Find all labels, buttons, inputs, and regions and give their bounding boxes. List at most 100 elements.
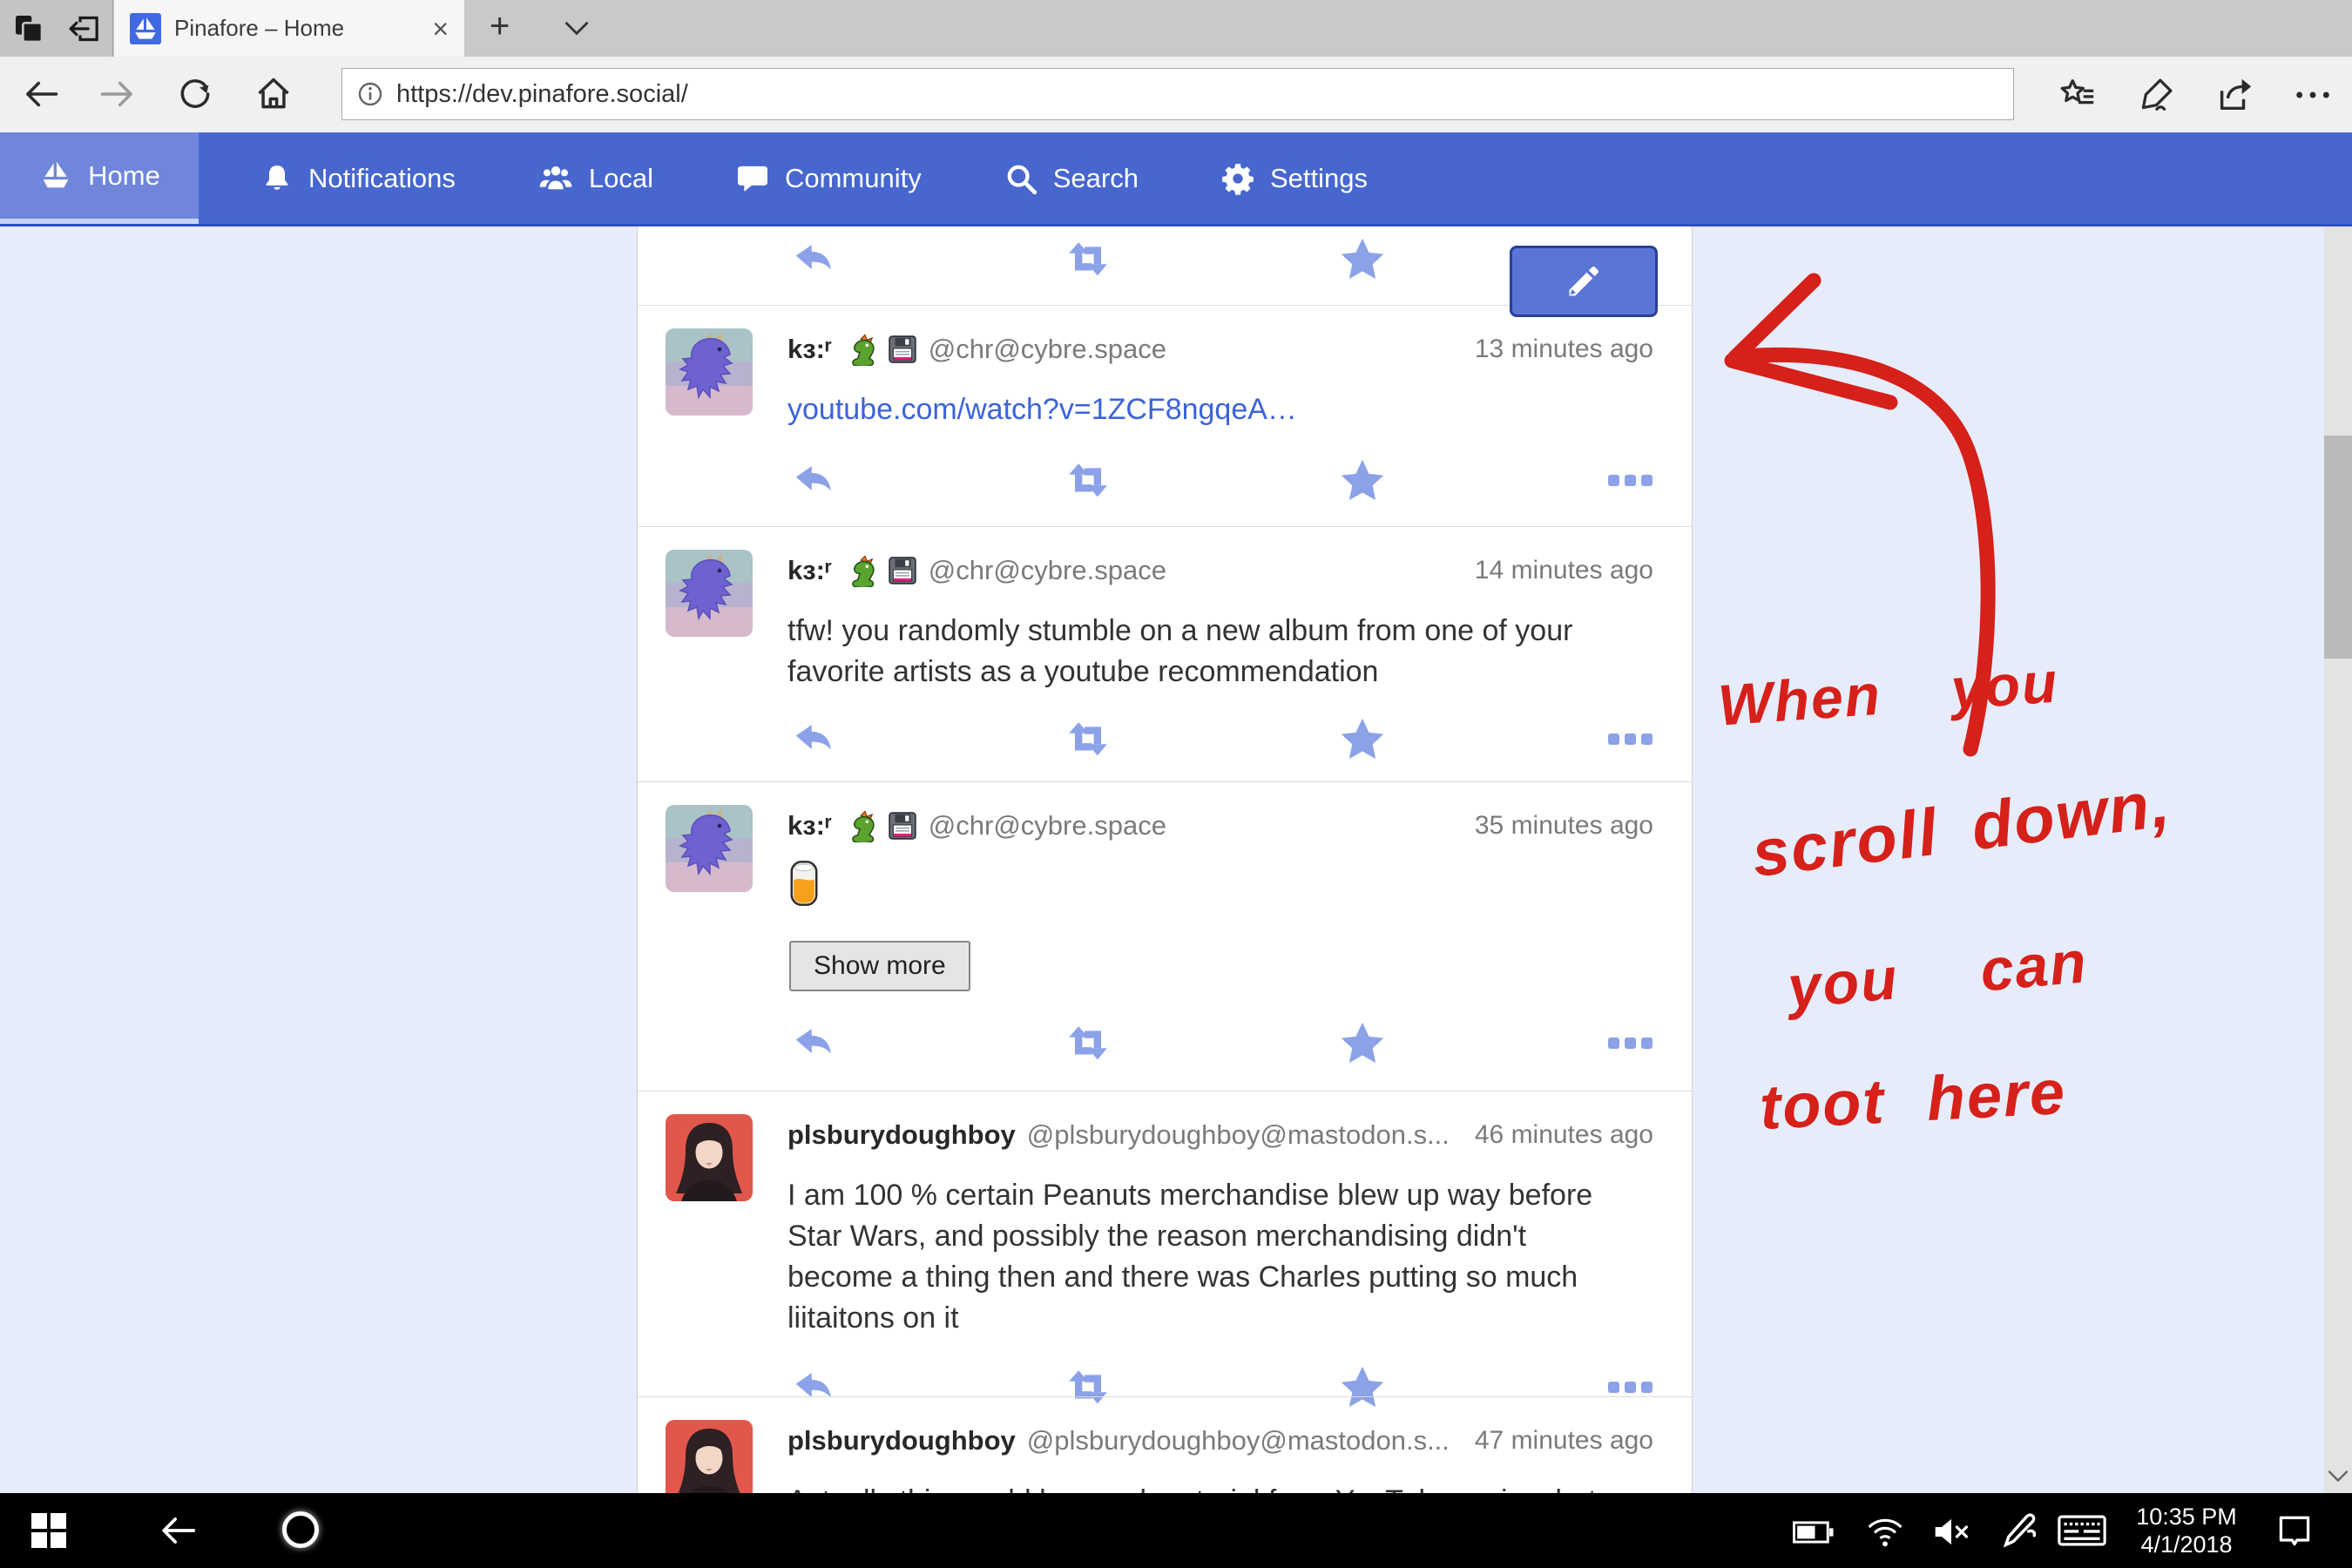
browser-tab[interactable]: Pinafore – Home ×	[114, 0, 464, 57]
home-button[interactable]	[254, 75, 293, 113]
dragon-emoji	[843, 333, 876, 366]
scrollbar-down-arrow-icon[interactable]	[2328, 1470, 2349, 1483]
tabs-set-aside-icon[interactable]	[11, 11, 46, 46]
toot-more-icon[interactable]	[1608, 1037, 1653, 1050]
toot: kз:ʳ @chr@cybre.space 13 minutes ago you…	[638, 305, 1692, 526]
author-name[interactable]: kз:ʳ	[787, 334, 832, 365]
toot: plsburydoughboy @plsburydoughboy@mastodo…	[638, 1396, 1692, 1493]
avatar[interactable]	[666, 328, 753, 416]
dragon-emoji	[843, 554, 876, 587]
avatar[interactable]	[666, 805, 753, 892]
toot-link[interactable]: youtube.com/watch?v=1ZCF8ngqeA…	[787, 393, 1297, 426]
gear-icon	[1220, 161, 1255, 196]
dragon-avatar	[666, 805, 753, 892]
cortana-button[interactable]	[282, 1511, 319, 1548]
settings-more-button[interactable]	[2293, 75, 2333, 115]
scrollbar-thumb[interactable]	[2324, 436, 2352, 659]
author-handle[interactable]: @chr@cybre.space	[929, 334, 1166, 365]
toot-timestamp: 46 minutes ago	[1475, 1120, 1653, 1150]
web-note-button[interactable]	[2136, 75, 2176, 115]
search-icon	[1004, 161, 1038, 196]
author-handle[interactable]: @plsburydoughboy@mastodon.s...	[1027, 1119, 1450, 1151]
nav-tab-local[interactable]: Local	[505, 132, 686, 224]
toot-more-icon[interactable]	[1608, 733, 1653, 746]
author-handle[interactable]: @chr@cybre.space	[929, 810, 1166, 841]
home-sailboat-icon	[38, 159, 73, 193]
forward-button[interactable]	[98, 75, 136, 113]
boost-icon[interactable]	[1060, 718, 1116, 761]
author-name[interactable]: kз:ʳ	[787, 810, 832, 841]
author-handle[interactable]: @plsburydoughboy@mastodon.s...	[1027, 1425, 1450, 1456]
dragon-avatar	[666, 550, 753, 637]
author-name[interactable]: plsburydoughboy	[787, 1425, 1016, 1456]
page-scrollbar[interactable]	[2324, 226, 2352, 1493]
wifi-icon[interactable]	[1866, 1516, 1904, 1548]
refresh-button[interactable]	[176, 75, 214, 113]
back-button[interactable]	[23, 75, 61, 113]
pinafore-favicon	[130, 13, 161, 44]
tab-strip-left-buttons	[0, 0, 113, 57]
reply-icon[interactable]	[789, 237, 840, 282]
toot: kз:ʳ @chr@cybre.space 14 minutes ago tfw…	[638, 526, 1692, 781]
author-name[interactable]: kз:ʳ	[787, 555, 832, 586]
site-info-icon[interactable]	[356, 80, 384, 108]
boost-icon[interactable]	[1060, 238, 1116, 281]
floppy-disk-emoji	[888, 335, 917, 364]
floppy-disk-emoji	[888, 811, 917, 841]
annotation-line-2: scroll down,	[1748, 766, 2175, 892]
reply-icon[interactable]	[789, 1021, 840, 1066]
toot-timestamp: 35 minutes ago	[1475, 811, 1653, 841]
nav-tab-home[interactable]: Home	[0, 132, 199, 224]
toot-more-icon[interactable]	[1608, 475, 1653, 487]
toot-text: I am 100 % certain Peanuts merchandise b…	[787, 1175, 1628, 1339]
nav-tab-settings[interactable]: Settings	[1188, 132, 1400, 224]
avatar[interactable]	[666, 1114, 753, 1201]
nav-tab-notifications[interactable]: Notifications	[228, 132, 488, 224]
dragon-avatar	[666, 328, 753, 416]
compose-toot-button[interactable]	[1510, 246, 1658, 317]
new-tab-button[interactable]: +	[490, 7, 510, 46]
volume-muted-icon[interactable]	[1932, 1516, 1970, 1548]
touch-keyboard-icon[interactable]	[2058, 1514, 2106, 1547]
address-bar[interactable]: https://dev.pinafore.social/	[341, 68, 2014, 120]
dragon-emoji	[843, 809, 876, 842]
show-more-button[interactable]: Show more	[789, 941, 970, 991]
favorite-star-icon[interactable]	[1337, 1019, 1388, 1068]
toot-text: Actually this would be good material for…	[787, 1481, 1628, 1493]
favorite-star-icon[interactable]	[1337, 456, 1388, 505]
author-handle[interactable]: @chr@cybre.space	[929, 555, 1166, 586]
tab-list-chevron-icon[interactable]	[564, 21, 589, 36]
reply-icon[interactable]	[789, 458, 840, 504]
speech-bubble-icon	[735, 161, 770, 196]
toot-text: tfw! you randomly stumble on a new album…	[787, 611, 1628, 693]
share-button[interactable]	[2214, 75, 2254, 115]
battery-icon[interactable]	[1793, 1521, 1835, 1544]
start-button[interactable]	[31, 1513, 66, 1548]
toot-more-icon[interactable]	[1608, 1382, 1653, 1394]
bell-icon	[260, 162, 294, 195]
nav-tab-search[interactable]: Search	[971, 132, 1171, 224]
clock-time: 10:35 PM	[2126, 1503, 2247, 1531]
browser-toolbar: https://dev.pinafore.social/	[0, 57, 2352, 132]
action-center-icon[interactable]	[2275, 1511, 2314, 1550]
nav-tab-community[interactable]: Community	[703, 132, 954, 224]
boost-icon[interactable]	[1060, 1022, 1116, 1065]
taskbar-back-button[interactable]	[159, 1511, 199, 1551]
set-tabs-aside-icon[interactable]	[67, 11, 102, 46]
tab-close-icon[interactable]: ×	[432, 15, 449, 43]
favorite-star-icon[interactable]	[1337, 235, 1388, 284]
woman-avatar	[666, 1114, 753, 1201]
taskbar-clock[interactable]: 10:35 PM 4/1/2018	[2126, 1503, 2247, 1558]
toot: plsburydoughboy @plsburydoughboy@mastodo…	[638, 1091, 1692, 1396]
browser-tab-strip: Pinafore – Home × +	[0, 0, 2352, 57]
pen-settings-icon[interactable]	[2000, 1511, 2040, 1551]
favorite-star-icon[interactable]	[1337, 715, 1388, 764]
avatar[interactable]	[666, 1420, 753, 1493]
annotation-line-1: When you	[1716, 648, 2061, 738]
avatar[interactable]	[666, 550, 753, 637]
reply-icon[interactable]	[789, 717, 840, 762]
favorites-button[interactable]	[2058, 75, 2098, 115]
boost-icon[interactable]	[1060, 459, 1116, 503]
author-name[interactable]: plsburydoughboy	[787, 1119, 1016, 1151]
windows-taskbar: 10:35 PM 4/1/2018	[0, 1493, 2352, 1568]
